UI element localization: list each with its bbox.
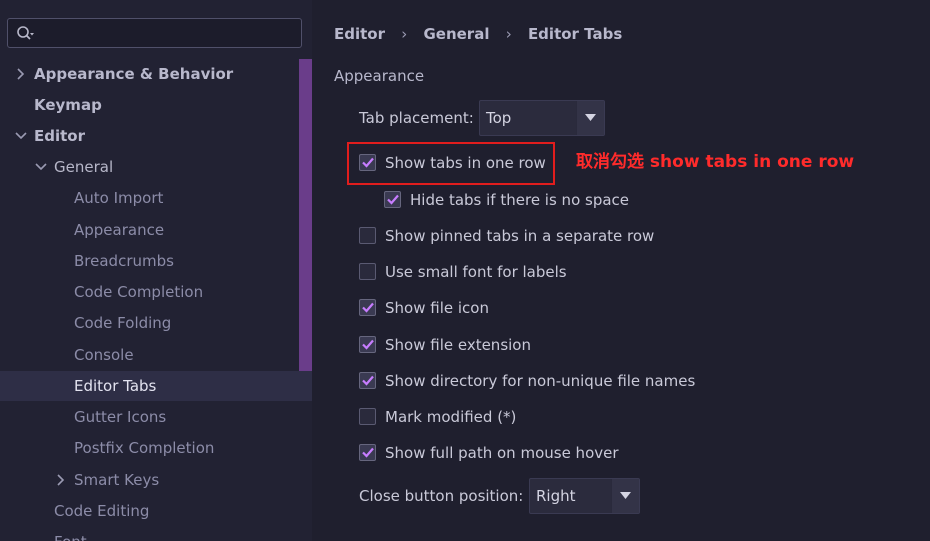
option-label: Use small font for labels <box>385 263 567 281</box>
sidebar-item-label: Appearance & Behavior <box>34 65 234 83</box>
checkbox[interactable] <box>359 263 376 280</box>
breadcrumb: Editor › General › Editor Tabs <box>334 22 622 46</box>
breadcrumb-separator-icon: › <box>505 25 512 43</box>
close-button-position-select[interactable]: Right <box>529 478 640 514</box>
sidebar-item-label: Keymap <box>34 96 102 114</box>
tab-placement-label: Tab placement: <box>359 109 474 127</box>
sidebar-scrollbar[interactable] <box>299 59 312 371</box>
close-button-position-label: Close button position: <box>359 487 524 505</box>
option-label: Hide tabs if there is no space <box>410 191 630 209</box>
option-label: Mark modified (*) <box>385 408 517 426</box>
sidebar-item-label: Code Folding <box>74 314 172 332</box>
checkmark-icon <box>362 302 374 313</box>
breadcrumb-item[interactable]: General <box>423 25 489 43</box>
sidebar-item-code-completion[interactable]: Code Completion <box>0 277 299 307</box>
sidebar-item-code-editing[interactable]: Code Editing <box>0 496 299 526</box>
checkmark-icon <box>362 375 374 386</box>
checkbox[interactable] <box>359 227 376 244</box>
sidebar-item-code-folding[interactable]: Code Folding <box>0 308 299 338</box>
sidebar-item-editor[interactable]: Editor <box>0 121 299 151</box>
chevron-down-icon[interactable] <box>611 479 639 513</box>
sidebar-item-label: Code Completion <box>74 283 204 301</box>
chevron-right-icon[interactable] <box>54 465 68 495</box>
chevron-right-icon[interactable] <box>14 59 28 89</box>
sidebar-item-label: General <box>54 158 114 176</box>
close-button-position-value: Right <box>536 487 576 505</box>
checkmark-icon <box>387 194 399 205</box>
sidebar-item-label: Font <box>54 527 87 541</box>
sidebar-item-label: Smart Keys <box>74 471 160 489</box>
option-label: Show file icon <box>385 299 489 317</box>
chevron-down-icon[interactable] <box>14 121 28 151</box>
sidebar-item-appearance-behavior[interactable]: Appearance & Behavior <box>0 59 299 89</box>
option-label: Show file extension <box>385 336 531 354</box>
chevron-down-icon[interactable] <box>34 152 48 182</box>
breadcrumb-separator-icon: › <box>401 25 408 43</box>
sidebar-item-postfix-completion[interactable]: Postfix Completion <box>0 433 299 463</box>
sidebar-item-smart-keys[interactable]: Smart Keys <box>0 465 299 495</box>
checkbox[interactable] <box>359 372 376 389</box>
sidebar-item-font[interactable]: Font <box>0 527 299 541</box>
checkbox[interactable] <box>359 299 376 316</box>
sidebar-item-gutter-icons[interactable]: Gutter Icons <box>0 402 299 432</box>
sidebar-item-appearance[interactable]: Appearance <box>0 215 299 245</box>
sidebar-item-keymap[interactable]: Keymap <box>0 90 299 120</box>
checkmark-icon <box>362 339 374 350</box>
search-box[interactable] <box>7 18 302 48</box>
chevron-down-icon[interactable] <box>576 101 604 135</box>
tab-placement-select[interactable]: Top <box>479 100 605 136</box>
tab-placement-value: Top <box>486 109 512 127</box>
sidebar-item-label: Appearance <box>74 221 165 239</box>
settings-window: Appearance & Behavior Keymap Editor General… <box>0 0 930 541</box>
sidebar-item-label: Code Editing <box>54 502 150 520</box>
breadcrumb-item: Editor Tabs <box>527 25 623 43</box>
option-label: Show pinned tabs in a separate row <box>385 227 655 245</box>
checkbox[interactable] <box>384 191 401 208</box>
checkbox[interactable] <box>359 336 376 353</box>
annotation-text: 取消勾选 show tabs in one row <box>576 152 855 172</box>
settings-sidebar: Appearance & Behavior Keymap Editor General… <box>0 0 312 541</box>
checkbox[interactable] <box>359 408 376 425</box>
sidebar-item-label: Postfix Completion <box>74 439 215 457</box>
checkbox[interactable] <box>359 444 376 461</box>
sidebar-item-console[interactable]: Console <box>0 340 299 370</box>
search-icon[interactable] <box>16 25 36 43</box>
sidebar-item-auto-import[interactable]: Auto Import <box>0 183 299 213</box>
breadcrumb-item[interactable]: Editor <box>334 25 385 43</box>
sidebar-item-editor-tabs[interactable]: Editor Tabs <box>0 371 312 401</box>
option-label: Show directory for non-unique file names <box>385 372 696 390</box>
checkmark-icon <box>362 447 374 458</box>
section-title: Appearance <box>334 67 425 85</box>
sidebar-item-label: Auto Import <box>74 189 164 207</box>
sidebar-item-breadcrumbs[interactable]: Breadcrumbs <box>0 246 299 276</box>
sidebar-item-label: Console <box>74 346 134 364</box>
sidebar-item-label: Gutter Icons <box>74 408 167 426</box>
sidebar-item-label: Editor <box>34 127 85 145</box>
search-input[interactable] <box>42 22 292 44</box>
sidebar-item-label: Breadcrumbs <box>74 252 174 270</box>
option-label: Show full path on mouse hover <box>385 444 619 462</box>
sidebar-item-general[interactable]: General <box>0 152 299 182</box>
annotation-highlight-box <box>347 142 555 185</box>
sidebar-item-label: Editor Tabs <box>74 377 157 395</box>
